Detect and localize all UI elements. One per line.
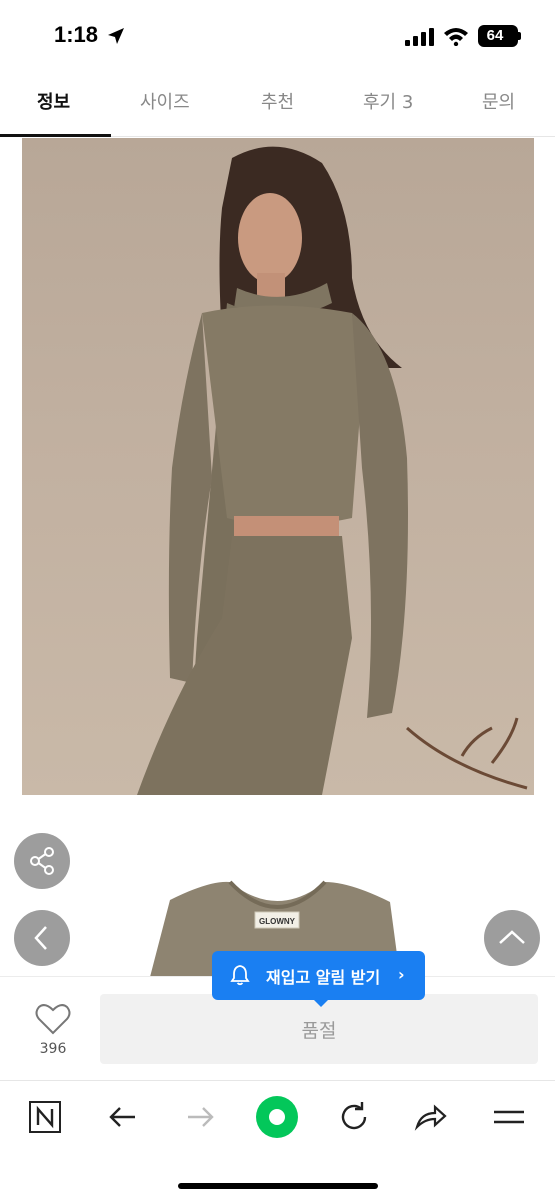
product-photo[interactable]: [22, 138, 534, 795]
reload-icon[interactable]: [336, 1099, 372, 1135]
model-illustration: [137, 146, 528, 795]
status-time: 1:18: [54, 22, 99, 47]
wifi-icon: [444, 28, 468, 46]
restock-alert-button[interactable]: 재입고 알림 받기 ›: [212, 951, 425, 1000]
wishlist-count: 396: [39, 1041, 67, 1057]
chevron-right-icon: ›: [398, 965, 405, 984]
soldout-label: 품절: [301, 1020, 337, 1042]
chevron-up-icon: [499, 930, 525, 944]
back-arrow-icon[interactable]: [105, 1099, 141, 1135]
brand-tag-label: GLOWNY: [259, 917, 296, 926]
home-indicator: [178, 1183, 378, 1189]
share-nodes-icon: [30, 847, 54, 875]
wishlist-button[interactable]: 396: [30, 1003, 76, 1063]
active-tab-indicator: [0, 134, 111, 137]
share-button[interactable]: [14, 833, 70, 889]
tab-size[interactable]: 사이즈: [140, 88, 190, 114]
menu-icon[interactable]: [491, 1099, 527, 1135]
previous-image-button[interactable]: [14, 910, 70, 966]
product-tab-bar: 정보 사이즈 추천 후기 3 문의: [0, 70, 555, 137]
tab-info[interactable]: 정보: [37, 88, 70, 114]
tab-inquiry[interactable]: 문의: [482, 88, 515, 114]
heart-icon: [35, 1004, 71, 1035]
green-dot-icon[interactable]: [255, 1095, 299, 1139]
chevron-left-icon: [34, 926, 47, 950]
scroll-top-button[interactable]: [484, 910, 540, 966]
browser-toolbar: [0, 1080, 555, 1200]
forward-arrow-icon[interactable]: [182, 1099, 218, 1135]
status-bar: 1:18 64: [0, 0, 555, 70]
share-arrow-icon[interactable]: [413, 1099, 449, 1135]
battery-icon: 64: [478, 25, 518, 47]
cellular-signal-icon: [405, 28, 434, 46]
battery-level: 64: [486, 27, 504, 44]
location-arrow-icon: [108, 28, 124, 44]
naver-n-icon[interactable]: [27, 1099, 63, 1135]
battery-cap: [518, 32, 521, 40]
tab-recommend[interactable]: 추천: [261, 88, 294, 114]
bell-icon: [230, 965, 250, 986]
tab-reviews[interactable]: 후기 3: [363, 88, 413, 114]
restock-alert-label: 재입고 알림 받기: [266, 968, 381, 987]
tooltip-pointer: [313, 999, 329, 1007]
